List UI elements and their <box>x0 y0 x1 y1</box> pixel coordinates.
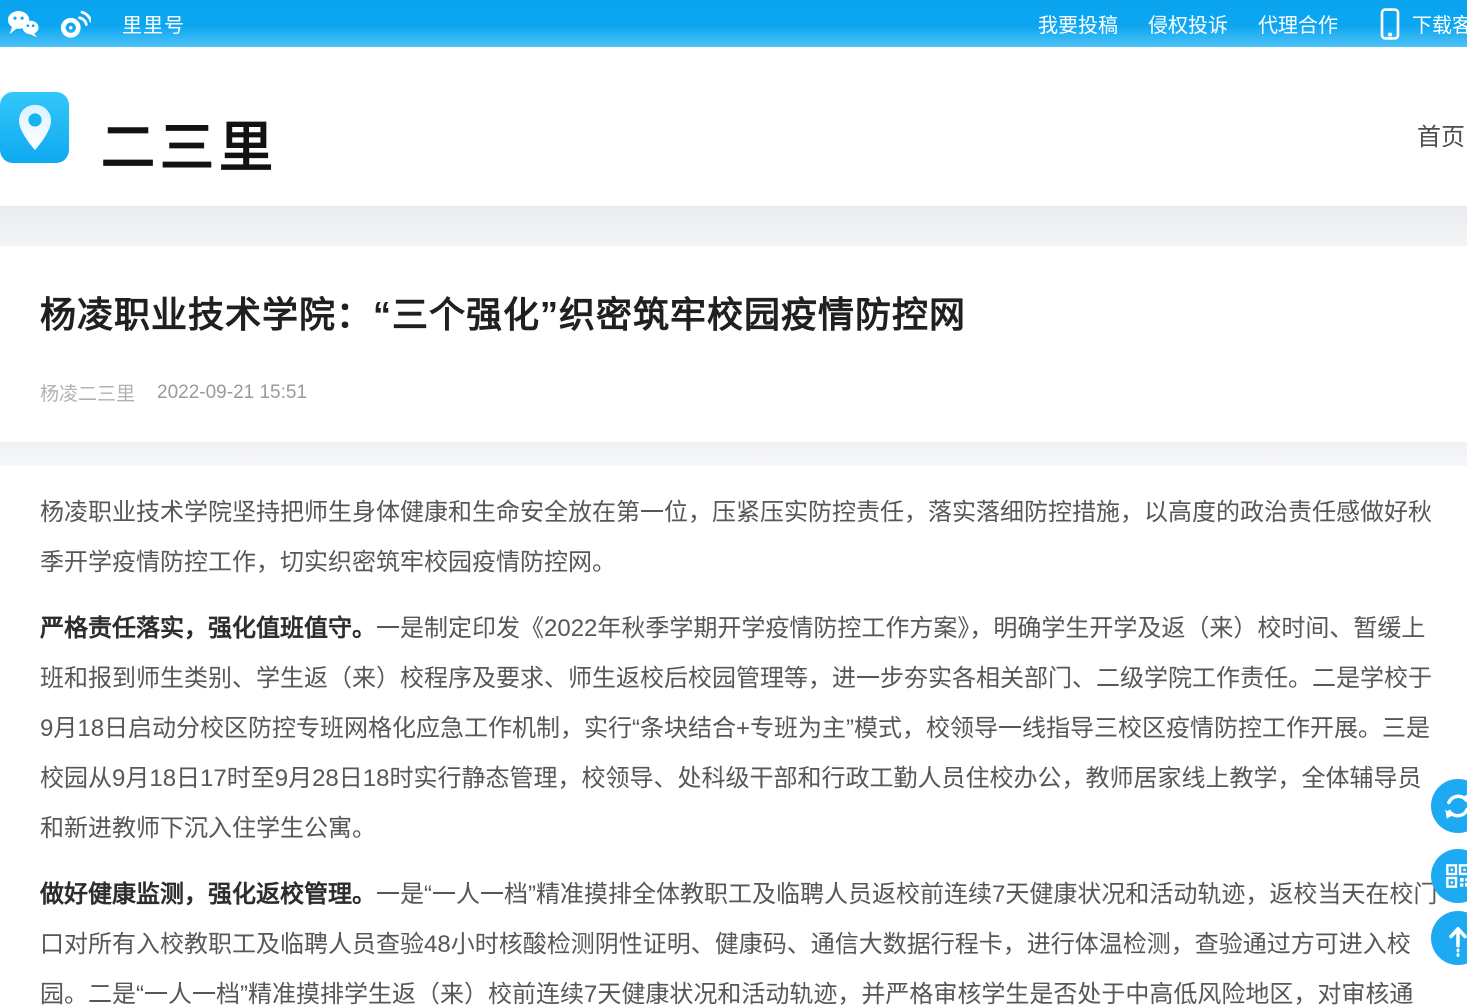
download-app-label: 下载客户端 <box>1412 9 1467 38</box>
article-byline: 杨凌二三里 2022-09-21 15:51 <box>40 379 1427 406</box>
paragraph-text: 一是制定印发《2022年秋季学期开学疫情防控工作方案》，明确学生开学及返（来）校… <box>40 615 1432 842</box>
download-app-button[interactable]: 下载客户端 <box>1380 8 1467 40</box>
topbar-brand[interactable]: 里里号 <box>122 9 185 38</box>
refresh-icon <box>1439 787 1467 825</box>
weibo-icon[interactable] <box>58 7 92 41</box>
submit-article-link[interactable]: 我要投稿 <box>1038 9 1118 38</box>
article-author[interactable]: 杨凌二三里 <box>40 379 135 406</box>
topbar-menu: 我要投稿 侵权投诉 代理合作 下载客户端 <box>1038 0 1467 47</box>
phone-icon <box>1380 8 1400 40</box>
article-timestamp: 2022-09-21 15:51 <box>157 382 307 404</box>
divider-band-top <box>0 206 1467 246</box>
site-logo-text[interactable]: 二三里 <box>101 103 278 182</box>
infringement-complaint-link[interactable]: 侵权投诉 <box>1148 9 1228 38</box>
topbar-social-group: 里里号 <box>0 7 185 41</box>
article-header: 杨凌职业技术学院：“三个强化”织密筑牢校园疫情防控网 杨凌二三里 2022-09… <box>0 246 1467 442</box>
article-paragraph: 严格责任落实，强化值班值守。一是制定印发《2022年秋季学期开学疫情防控工作方案… <box>40 604 1441 854</box>
site-header: 二三里 首页 <box>0 47 1467 206</box>
topbar: 里里号 我要投稿 侵权投诉 代理合作 下载客户端 <box>0 0 1467 47</box>
paragraph-lead: 做好健康监测，强化返校管理。 <box>40 881 376 908</box>
qr-code-icon <box>1440 858 1467 894</box>
paragraph-lead: 严格责任落实，强化值班值守。 <box>40 615 376 642</box>
wechat-icon[interactable] <box>6 7 40 41</box>
site-logo[interactable] <box>0 92 69 163</box>
agency-cooperation-link[interactable]: 代理合作 <box>1258 9 1338 38</box>
divider-band-bottom <box>0 442 1467 466</box>
up-arrow-icon <box>1439 919 1467 957</box>
nav-home-link[interactable]: 首页 <box>1417 117 1465 152</box>
paragraph-text: 杨凌职业技术学院坚持把师生身体健康和生命安全放在第一位，压紧压实防控责任，落实落… <box>40 499 1432 576</box>
location-pin-icon <box>16 103 54 152</box>
article-title: 杨凌职业技术学院：“三个强化”织密筑牢校园疫情防控网 <box>40 292 1427 337</box>
article-body: 杨凌职业技术学院坚持把师生身体健康和生命安全放在第一位，压紧压实防控责任，落实落… <box>0 466 1467 1008</box>
article-paragraph: 杨凌职业技术学院坚持把师生身体健康和生命安全放在第一位，压紧压实防控责任，落实落… <box>40 488 1441 588</box>
article-paragraph: 做好健康监测，强化返校管理。一是“一人一档”精准摸排全体教职工及临聘人员返校前连… <box>40 870 1441 1008</box>
